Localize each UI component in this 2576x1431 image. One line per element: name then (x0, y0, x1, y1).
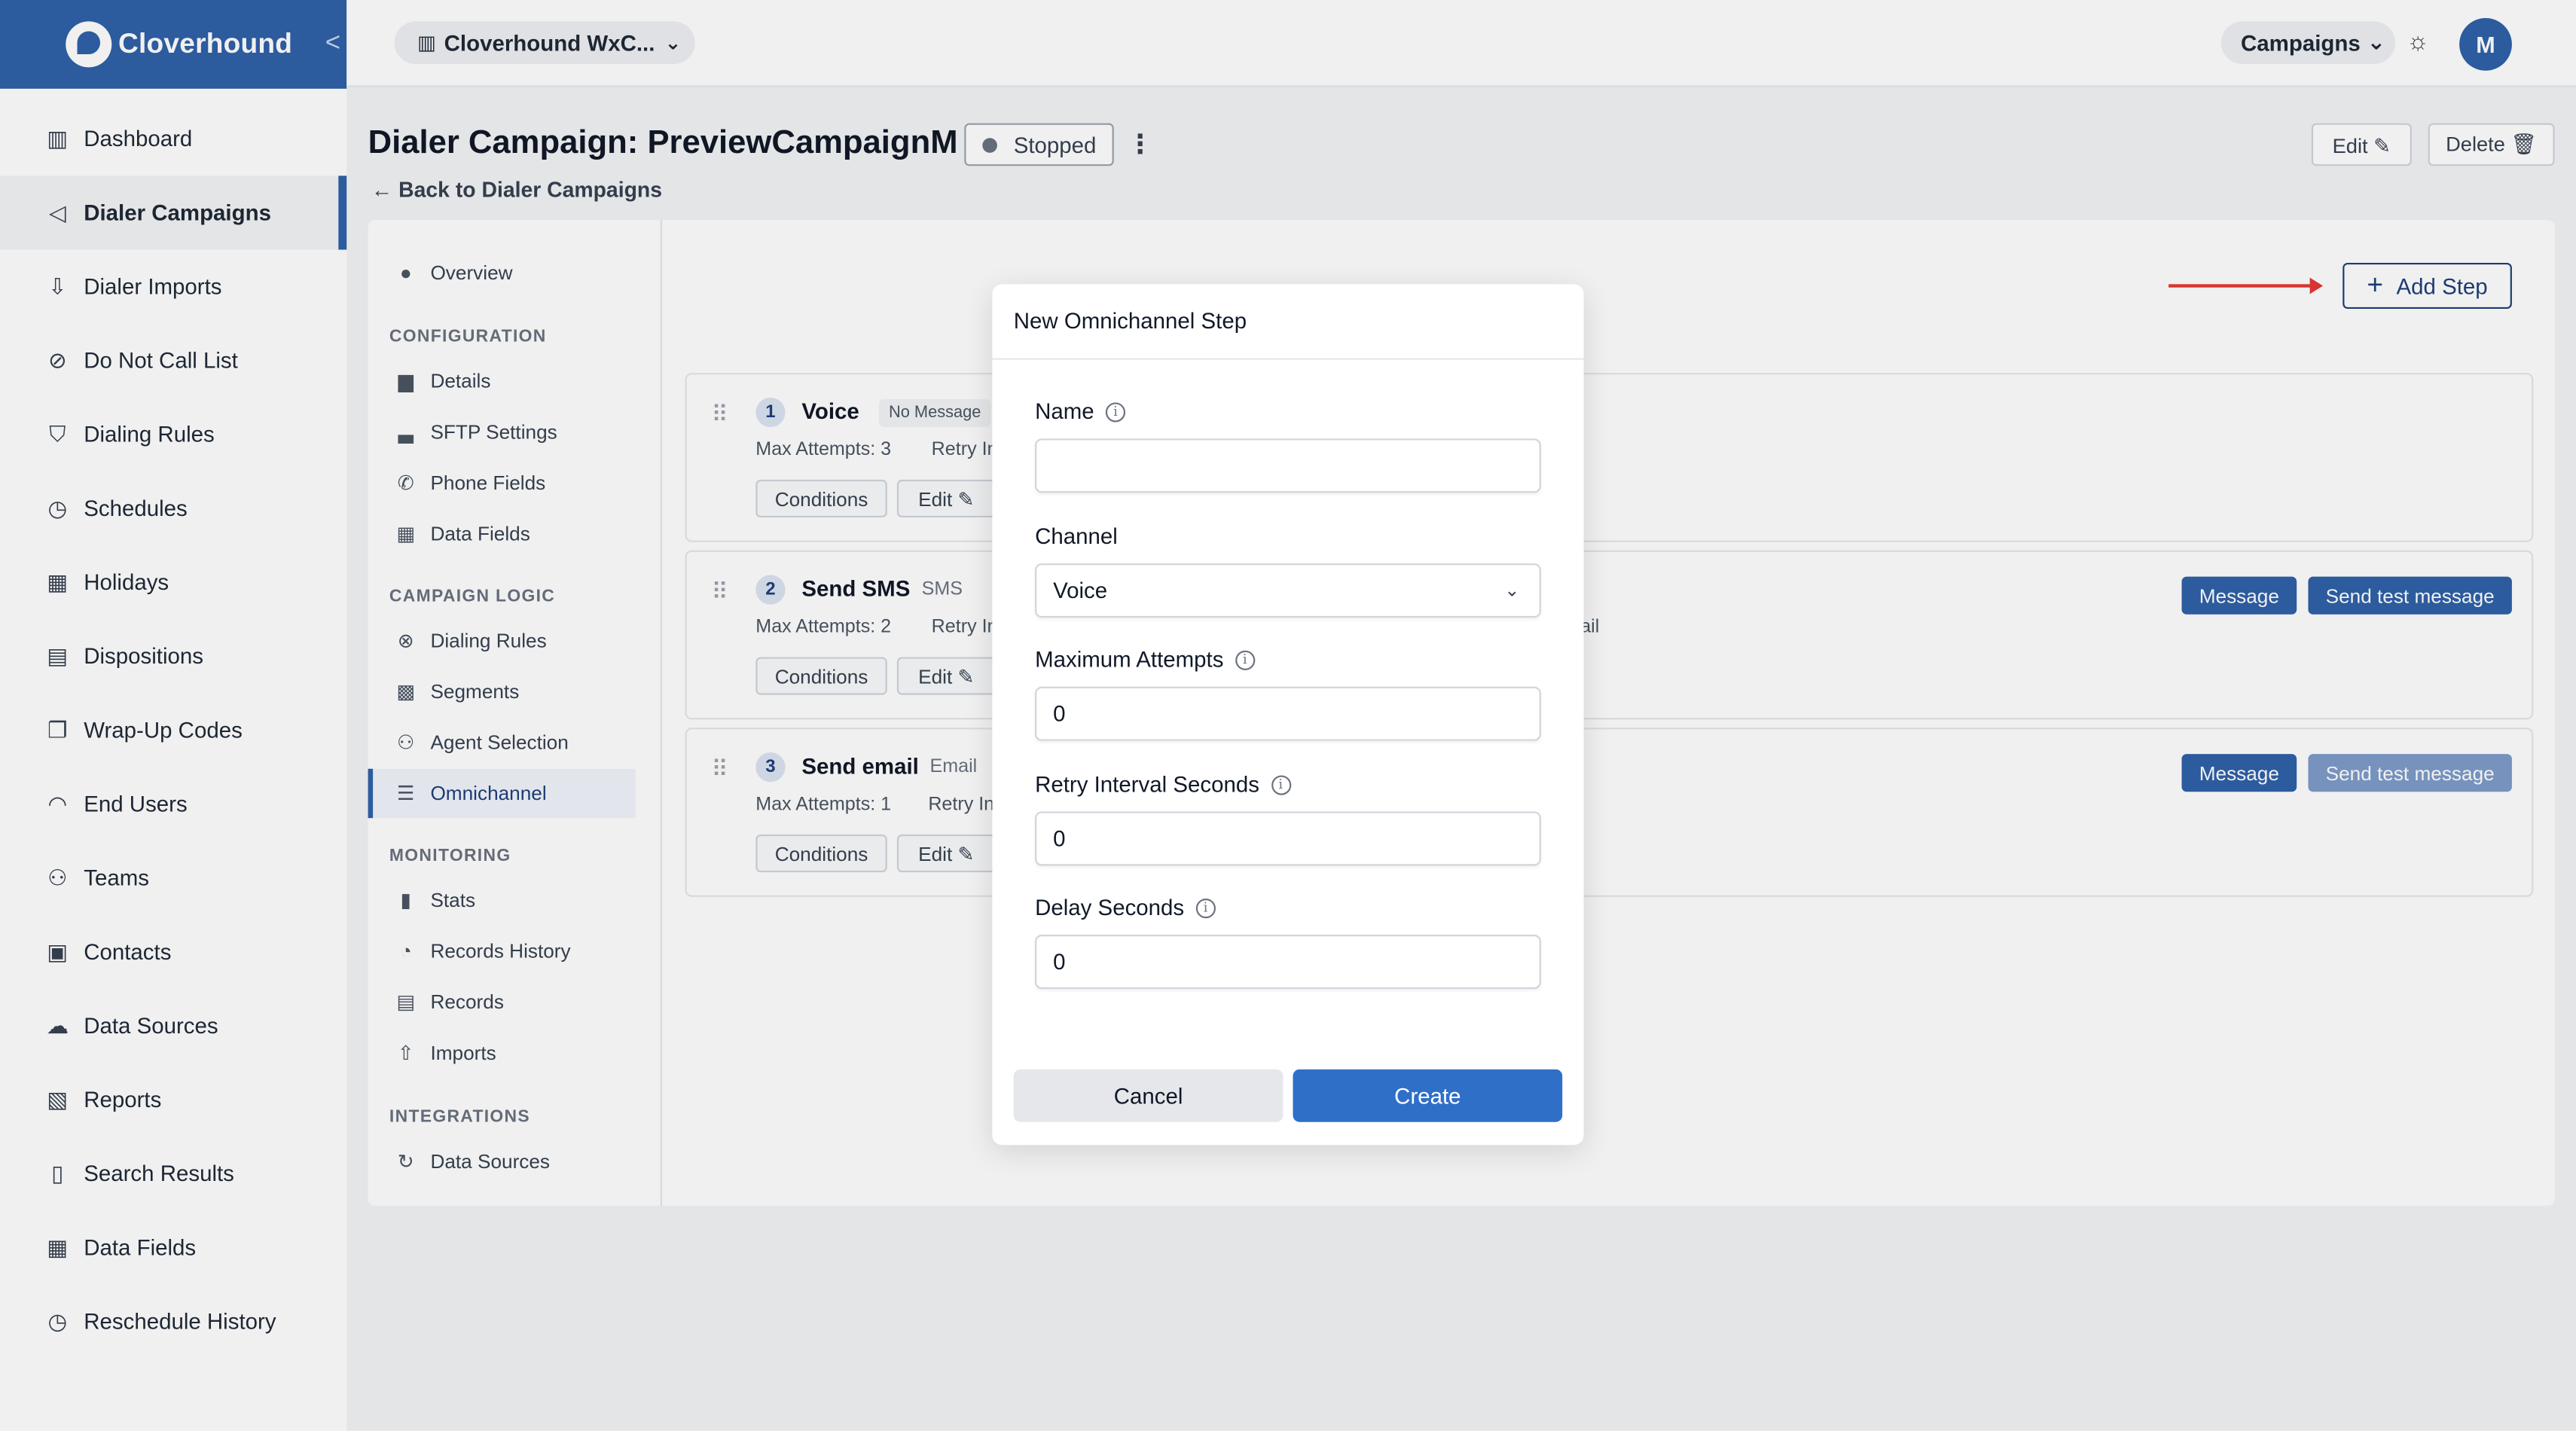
retry-interval-label-text: Retry Interval Seconds (1035, 772, 1259, 797)
modal-divider (992, 358, 1584, 360)
name-label-text: Name (1035, 399, 1094, 424)
channel-select-value: Voice (1053, 578, 1108, 603)
info-icon[interactable]: i (1235, 649, 1255, 670)
channel-label-text: Channel (1035, 523, 1118, 549)
retry-interval-label: Retry Interval Seconds i (1035, 772, 1291, 797)
name-input[interactable] (1035, 438, 1541, 493)
channel-label: Channel (1035, 524, 1118, 549)
info-icon[interactable]: i (1195, 897, 1216, 918)
modal-title: New Omnichannel Step (1013, 309, 1247, 334)
app-root: Cloverhound < ▥ Dashboard ◁ Dialer Campaig… (0, 0, 2576, 1431)
retry-interval-input[interactable]: 0 (1035, 811, 1541, 866)
chevron-down-icon: ⌄ (1504, 581, 1520, 602)
max-attempts-label-text: Maximum Attempts (1035, 647, 1224, 673)
cancel-button[interactable]: Cancel (1013, 1069, 1283, 1122)
info-icon[interactable]: i (1105, 401, 1126, 422)
max-attempts-label: Maximum Attempts i (1035, 647, 1255, 672)
name-label: Name i (1035, 399, 1126, 424)
new-omnichannel-step-modal: New Omnichannel Step Name i Channel Voice… (992, 284, 1584, 1146)
info-icon[interactable]: i (1271, 774, 1291, 795)
delay-seconds-input[interactable]: 0 (1035, 935, 1541, 990)
delay-seconds-label: Delay Seconds i (1035, 896, 1216, 920)
max-attempts-input[interactable]: 0 (1035, 686, 1541, 741)
delay-seconds-label-text: Delay Seconds (1035, 895, 1185, 920)
channel-select[interactable]: Voice ⌄ (1035, 563, 1541, 618)
create-button[interactable]: Create (1293, 1069, 1563, 1122)
